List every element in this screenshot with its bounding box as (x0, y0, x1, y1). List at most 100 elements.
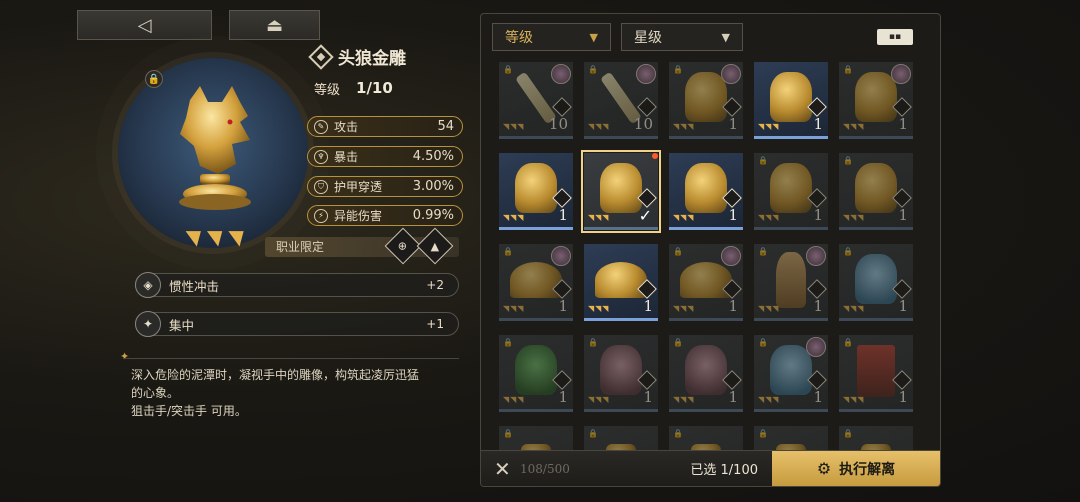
inventory-cell[interactable]: ◥◥◥ 1 (754, 62, 828, 139)
equipped-character-avatar (551, 246, 571, 266)
inventory-cell[interactable]: 🔒 ◥◥◥ 10 (499, 62, 573, 139)
item-thumbnail (510, 262, 562, 298)
dropdown-arrow-icon: ▼ (589, 30, 598, 44)
item-thumbnail (685, 163, 727, 213)
lock-icon: 🔒 (503, 429, 513, 438)
lock-icon: 🔒 (758, 429, 768, 438)
item-thumbnail (595, 262, 647, 298)
stat-attack: ✎ 攻击 54 (307, 116, 463, 137)
lock-icon: 🔒 (503, 247, 513, 256)
inventory-cell[interactable]: 🔒 ◥◥◥ 1 (499, 244, 573, 321)
item-level: 10 (633, 115, 653, 133)
notification-dot (652, 153, 658, 159)
dismantle-label: 执行解离 (839, 461, 896, 478)
clear-selection-button[interactable]: ✕ (494, 457, 514, 481)
wrench-icon: ⚙ (816, 459, 832, 478)
item-thumbnail (515, 163, 557, 213)
lock-icon: 🔒 (758, 247, 768, 256)
inventory-cell[interactable]: ◥◥◥ 1 (584, 244, 658, 321)
item-type-badge-icon (892, 370, 912, 390)
lock-icon: 🔒 (843, 429, 853, 438)
lock-icon: 🔒 (588, 65, 598, 74)
inventory-cell[interactable]: 🔒 ◥◥◥ 1 (839, 335, 913, 412)
lock-icon: 🔒 (758, 338, 768, 347)
skill-focus[interactable]: ✦ 集中 +1 (135, 311, 459, 337)
skill-value: +2 (426, 278, 444, 292)
item-thumbnail (857, 345, 895, 397)
rarity-stars: ◥◥◥ (673, 304, 695, 313)
inventory-cell[interactable]: 🔒 ◥◥◥ 1 (669, 62, 743, 139)
rarity-stars: ◥◥◥ (758, 213, 780, 222)
skill-name: 集中 (169, 317, 195, 333)
rarity-stars: ◥◥◥ (588, 213, 610, 222)
equipped-character-avatar (806, 337, 826, 357)
back-button[interactable]: ◁ (77, 10, 212, 40)
inventory-cell[interactable]: 🔒 ◥◥◥ 1 (839, 62, 913, 139)
rarity-stars: ◥◥◥ (843, 395, 865, 404)
item-thumbnail (770, 345, 812, 395)
rarity-stars: ◥◥◥ (843, 213, 865, 222)
attack-icon: ✎ (314, 119, 328, 134)
item-level: 1 (898, 206, 908, 224)
inventory-cell[interactable]: 🔒 ◥◥◥ 1 (754, 244, 828, 321)
inventory-cell[interactable]: 🔒 ◥◥◥ 1 (584, 335, 658, 412)
lock-icon: 🔒 (843, 338, 853, 347)
armor-pen-icon: ⛉ (314, 179, 328, 194)
item-level: 1 (728, 115, 738, 133)
divider (123, 358, 459, 359)
home-button[interactable]: ⏏ (229, 10, 320, 40)
lock-icon[interactable]: 🔒 (145, 70, 163, 88)
item-level: 1 (898, 297, 908, 315)
lock-icon: 🔒 (503, 65, 513, 74)
item-level: 1 (728, 206, 738, 224)
star-filter-dropdown[interactable]: 星级 ▼ (621, 23, 743, 51)
inventory-cell[interactable]: 🔒 ◥◥◥ 1 (499, 335, 573, 412)
sparkle-icon: ✦ (120, 350, 130, 363)
stat-value: 54 (437, 119, 454, 134)
inventory-cell[interactable]: 🔒 ◥◥◥ 1 (839, 153, 913, 230)
item-level: 1 (813, 115, 823, 133)
rarity-stars: ◥◥◥ (758, 395, 780, 404)
item-thumbnail (770, 163, 812, 213)
item-thumbnail (855, 163, 897, 213)
lock-icon: 🔒 (673, 429, 683, 438)
equipped-character-avatar (721, 246, 741, 266)
inventory-cell[interactable]: 🔒 ◥◥◥ 1 (669, 335, 743, 412)
item-level: 1 (813, 388, 823, 406)
assault-class-icon[interactable]: ▲ (416, 227, 454, 265)
skill-inertia-strike[interactable]: ◈ 惯性冲击 +2 (135, 272, 459, 298)
item-thumbnail (515, 345, 557, 395)
inventory-grid: 🔒 ◥◥◥ 10 🔒 ◥◥◥ 10 🔒 ◥◥◥ 1 ◥◥◥ 1 🔒 ◥◥◥ 1 ◥◥◥ 1 ◥◥◥ ✓ ◥◥◥ 1 🔒 ◥… (499, 62, 917, 486)
item-type-badge-icon (807, 279, 827, 299)
stat-name: 异能伤害 (334, 209, 383, 223)
inventory-cell[interactable]: 🔒 ◥◥◥ 1 (754, 335, 828, 412)
crit-icon: ♆ (314, 149, 328, 164)
inventory-cell[interactable]: 🔒 ◥◥◥ 1 (669, 244, 743, 321)
skill-name: 惯性冲击 (169, 278, 220, 294)
item-type-diamond-icon (308, 43, 334, 70)
inventory-cell[interactable]: 🔒 ◥◥◥ 1 (754, 153, 828, 230)
grid-view-toggle[interactable]: ▪▪ (877, 29, 913, 45)
item-level: 1 (643, 388, 653, 406)
item-level: 1 (558, 297, 568, 315)
item-level: 1 (813, 297, 823, 315)
inventory-cell[interactable]: ◥◥◥ 1 (669, 153, 743, 230)
ability-damage-icon: ⚡ (314, 208, 328, 223)
back-arrow-icon: ◁ (137, 14, 152, 36)
lock-icon: 🔒 (758, 156, 768, 165)
rarity-stars: ◥◥◥ (588, 122, 610, 131)
level-filter-dropdown[interactable]: 等级 ▼ (492, 23, 611, 51)
equipped-character-avatar (806, 246, 826, 266)
inventory-cell[interactable]: ◥◥◥ ✓ (581, 150, 661, 233)
item-level: 1 (643, 297, 653, 315)
dismantle-button[interactable]: ⚙ 执行解离 (772, 450, 940, 486)
stat-value: 0.99% (412, 208, 454, 223)
lock-icon: 🔒 (673, 247, 683, 256)
item-thumbnail (680, 262, 732, 298)
inertia-strike-icon: ◈ (135, 272, 161, 298)
inventory-cell[interactable]: 🔒 ◥◥◥ 10 (584, 62, 658, 139)
wolf-statue-image (179, 86, 251, 210)
inventory-cell[interactable]: ◥◥◥ 1 (499, 153, 573, 230)
inventory-cell[interactable]: 🔒 ◥◥◥ 1 (839, 244, 913, 321)
item-description: 深入危险的泥潭时，凝视手中的雕像，构筑起凌厉迅猛 的心象。 狙击手/突击手 可用… (131, 368, 420, 418)
